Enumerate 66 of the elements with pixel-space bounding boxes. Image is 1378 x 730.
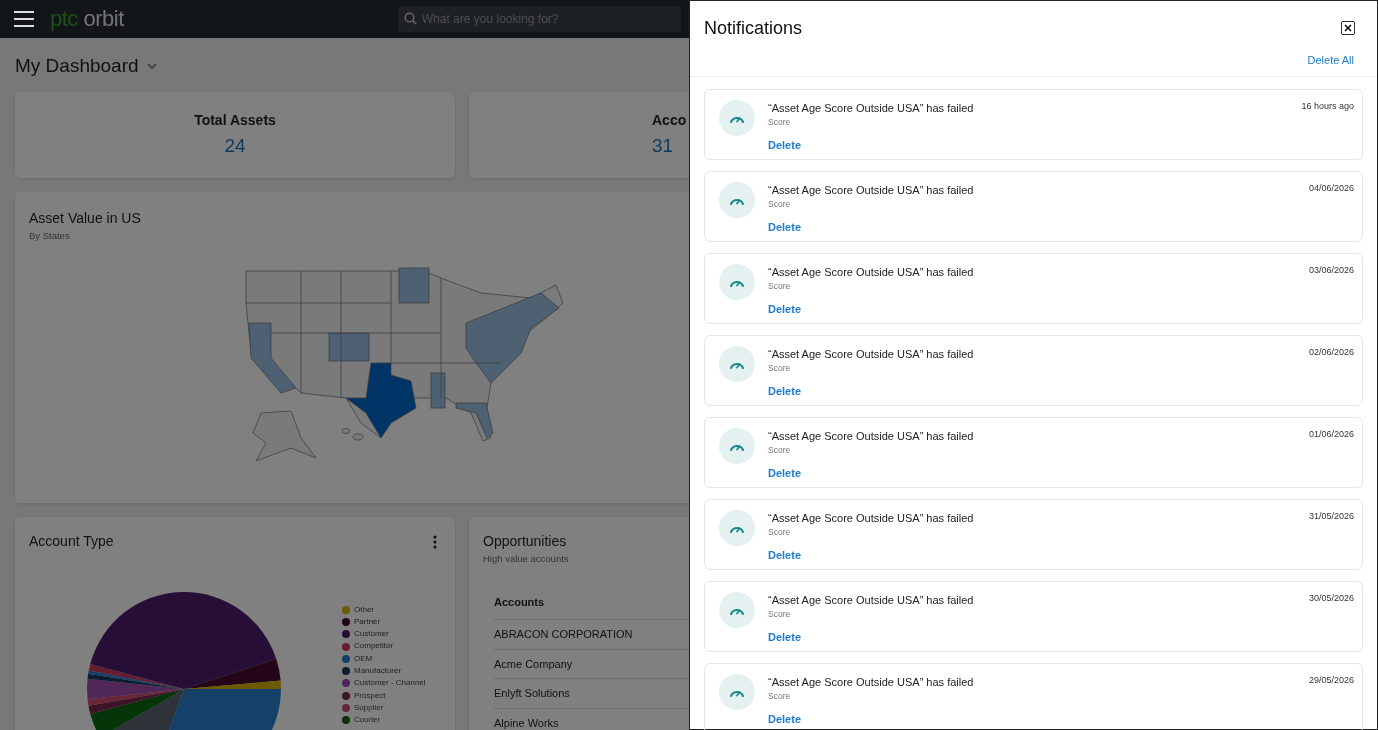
delete-link[interactable]: Delete	[768, 382, 802, 400]
card-subtitle: High value accounts	[483, 551, 569, 566]
legend-label: Other	[354, 603, 374, 616]
notification-time: 16 hours ago	[1301, 100, 1354, 111]
legend-label: OEM	[354, 652, 373, 665]
notification-title: “Asset Age Score Outside USA” has failed	[768, 182, 974, 198]
column-header: Accounts	[494, 595, 545, 608]
legend-label: Partner	[354, 615, 381, 628]
logo[interactable]: ptc orbit	[50, 8, 124, 30]
notification-category: Score	[768, 116, 792, 129]
stat-label: Acco	[652, 112, 687, 129]
table-cell: Acme Company	[494, 657, 573, 670]
notification-category: Score	[768, 444, 792, 457]
legend-label: Customer	[354, 628, 389, 641]
notification-title: “Asset Age Score Outside USA” has failed	[768, 510, 974, 526]
stat-value: 31	[652, 135, 674, 157]
delete-all-link[interactable]: Delete All	[1307, 52, 1354, 69]
notification-time: 02/06/2026	[1308, 346, 1354, 357]
menu-icon[interactable]	[14, 10, 34, 28]
notification-category: Score	[768, 608, 792, 621]
notification-time: 04/06/2026	[1308, 182, 1354, 193]
notification-time: 29/05/2026	[1308, 674, 1354, 685]
stat-label: Total Assets	[194, 112, 276, 129]
notification-title: “Asset Age Score Outside USA” has failed	[768, 428, 974, 444]
delete-link[interactable]: Delete	[768, 628, 802, 646]
legend-label: Competitor	[354, 640, 394, 653]
card-subtitle: By States	[29, 228, 70, 243]
notification-title: “Asset Age Score Outside USA” has failed	[768, 592, 974, 608]
dashboard-title[interactable]: My Dashboard	[15, 52, 139, 81]
notification-title: “Asset Age Score Outside USA” has failed	[768, 100, 974, 116]
legend-label: Customer - Channel	[354, 677, 426, 690]
notification-category: Score	[768, 280, 792, 293]
legend-label: Supplier	[354, 701, 384, 714]
stat-value: 24	[224, 135, 246, 157]
notification-title: “Asset Age Score Outside USA” has failed	[768, 264, 974, 280]
table-cell: ABRACON CORPORATION	[494, 628, 633, 641]
card-title: Asset Value in US	[29, 208, 141, 228]
delete-link[interactable]: Delete	[768, 218, 802, 236]
notification-category: Score	[768, 690, 792, 703]
table-cell: Enlyft Solutions	[494, 687, 570, 700]
legend-label: Manufacturer	[354, 665, 402, 677]
search-icon	[403, 12, 417, 25]
notification-time: 01/06/2026	[1308, 428, 1354, 439]
close-icon	[1344, 24, 1352, 32]
delete-link[interactable]: Delete	[768, 300, 802, 318]
notification-category: Score	[768, 526, 792, 539]
chevron-down-icon[interactable]	[146, 63, 157, 70]
delete-link[interactable]: Delete	[768, 546, 802, 564]
card-title: Account Type	[29, 531, 114, 551]
delete-link[interactable]: Delete	[768, 710, 802, 728]
kebab-menu-icon[interactable]	[433, 534, 437, 549]
delete-link[interactable]: Delete	[768, 464, 802, 482]
notification-title: “Asset Age Score Outside USA” has failed	[768, 346, 974, 362]
panel-title: Notifications	[704, 17, 803, 40]
notification-category: Score	[768, 198, 792, 211]
legend-label: Prospect	[354, 689, 386, 702]
notification-time: 03/06/2026	[1308, 264, 1354, 275]
table-cell: Alpine Works	[494, 716, 559, 729]
delete-link[interactable]: Delete	[768, 136, 802, 154]
notification-category: Score	[768, 362, 792, 375]
close-button[interactable]	[1341, 21, 1355, 35]
notification-title: “Asset Age Score Outside USA” has failed	[768, 674, 974, 690]
legend-label: Courier	[354, 714, 381, 727]
notification-time: 31/05/2026	[1308, 510, 1354, 521]
notification-time: 30/05/2026	[1308, 592, 1354, 603]
card-title: Opportunities	[483, 531, 567, 551]
